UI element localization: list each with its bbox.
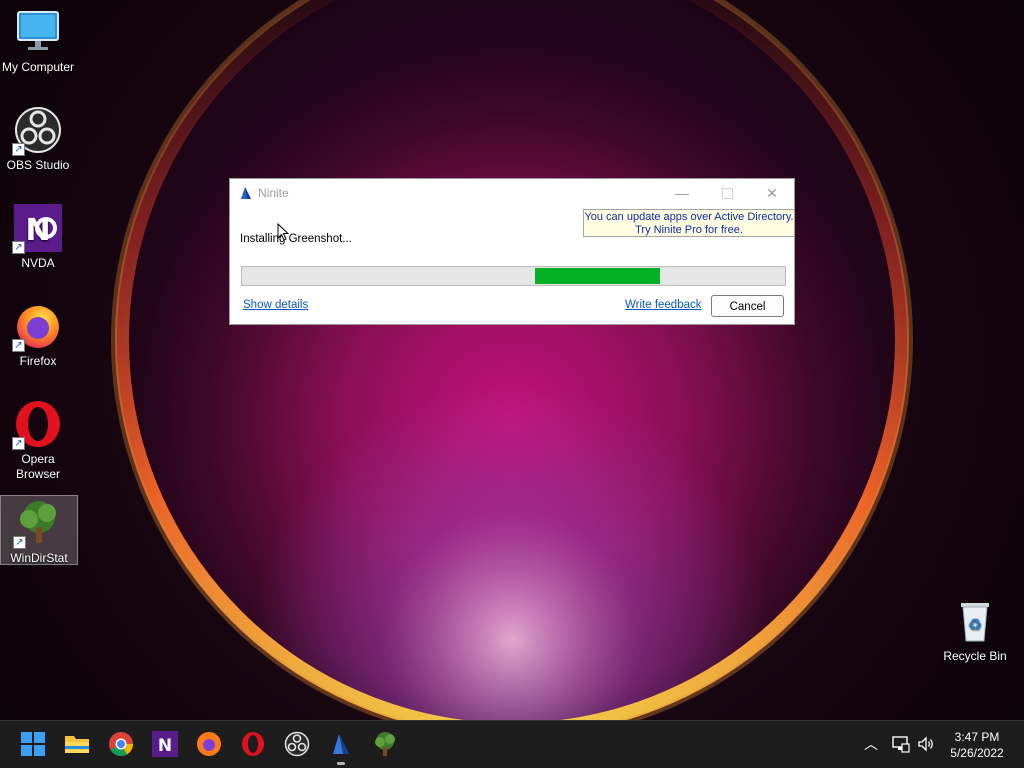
chrome-icon[interactable] bbox=[108, 731, 134, 757]
firefox-icon: ↗ bbox=[12, 302, 62, 352]
shortcut-arrow-icon: ↗ bbox=[13, 536, 26, 549]
taskbar: N ︿ 3:47 PM 5/26/2022 bbox=[0, 720, 1024, 768]
monitor-icon bbox=[14, 8, 62, 56]
mouse-cursor bbox=[277, 223, 289, 241]
desktop-icon-opera-browser[interactable]: ↗ Opera Browser bbox=[0, 400, 76, 482]
minimize-button[interactable]: — bbox=[659, 179, 705, 207]
nvda-icon[interactable]: N bbox=[152, 731, 178, 757]
desktop-icon-firefox[interactable]: ↗ Firefox bbox=[0, 302, 76, 369]
ninite-app-icon bbox=[238, 185, 254, 201]
shortcut-arrow-icon: ↗ bbox=[12, 339, 25, 352]
banner-line-2: Try Ninite Pro for free. bbox=[635, 224, 743, 236]
desktop-icon-label: Opera Browser bbox=[15, 452, 60, 481]
chevron-up-icon[interactable]: ︿ bbox=[864, 734, 878, 754]
window-title: Ninite bbox=[258, 186, 289, 200]
svg-text:N: N bbox=[158, 736, 172, 756]
desktop-icon-recycle-bin[interactable]: ♻ Recycle Bin bbox=[937, 597, 1013, 664]
desktop-icon-label: WinDirStat bbox=[10, 551, 68, 565]
close-icon: ✕ bbox=[766, 185, 778, 201]
ninite-pro-banner[interactable]: You can update apps over Active Director… bbox=[583, 209, 795, 237]
windirstat-icon: ↗ bbox=[13, 499, 63, 549]
desktop-icon-my-computer[interactable]: My Computer bbox=[0, 8, 76, 75]
shortcut-arrow-icon: ↗ bbox=[12, 143, 25, 156]
desktop-icon-label: My Computer bbox=[1, 60, 75, 74]
shortcut-arrow-icon: ↗ bbox=[12, 437, 25, 450]
progress-fill bbox=[535, 268, 661, 284]
desktop-icon-windirstat[interactable]: ↗ WinDirStat bbox=[0, 495, 78, 565]
obs-icon[interactable] bbox=[284, 731, 310, 757]
minimize-icon: — bbox=[675, 185, 689, 201]
shortcut-arrow-icon: ↗ bbox=[12, 241, 25, 254]
close-button[interactable]: ✕ bbox=[749, 179, 795, 207]
install-status: Installing Greenshot... bbox=[240, 233, 352, 245]
network-icon[interactable] bbox=[892, 735, 910, 757]
desktop-icon-label: Firefox bbox=[19, 354, 57, 368]
desktop-wallpaper bbox=[0, 0, 1024, 720]
opera-icon: ↗ bbox=[12, 400, 62, 450]
clock-date: 5/26/2022 bbox=[950, 746, 1004, 760]
nvda-icon: N ↗ bbox=[12, 204, 62, 254]
maximize-button[interactable] bbox=[704, 179, 750, 207]
desktop-icon-label: NVDA bbox=[21, 256, 55, 270]
opera-icon[interactable] bbox=[240, 731, 266, 757]
cancel-button[interactable]: Cancel bbox=[711, 295, 784, 317]
svg-text:♻: ♻ bbox=[968, 615, 982, 634]
maximize-icon bbox=[721, 188, 733, 199]
obs-icon: ↗ bbox=[12, 106, 62, 156]
clock-time: 3:47 PM bbox=[954, 730, 1000, 744]
start-icon[interactable] bbox=[20, 731, 46, 757]
file-explorer-icon[interactable] bbox=[64, 731, 90, 757]
firefox-icon[interactable] bbox=[196, 731, 222, 757]
desktop-icon-label: Recycle Bin bbox=[943, 649, 1007, 663]
recycle-bin-icon: ♻ bbox=[951, 597, 999, 645]
ninite-icon[interactable] bbox=[328, 731, 354, 757]
desktop-icon-nvda[interactable]: N ↗ NVDA bbox=[0, 204, 76, 271]
install-progress-bar bbox=[241, 266, 786, 286]
system-clock[interactable]: 3:47 PM 5/26/2022 bbox=[940, 729, 1014, 761]
banner-line-1: You can update apps over Active Director… bbox=[584, 211, 794, 223]
show-details-link[interactable]: Show details bbox=[243, 299, 308, 311]
desktop-icon-obs-studio[interactable]: ↗ OBS Studio bbox=[0, 106, 76, 173]
window-titlebar[interactable]: Ninite — ✕ bbox=[230, 179, 794, 207]
volume-icon[interactable] bbox=[917, 735, 935, 757]
windirstat-icon[interactable] bbox=[372, 731, 398, 757]
ninite-window: Ninite — ✕ You can update apps over Acti… bbox=[229, 178, 795, 325]
desktop-icon-label: OBS Studio bbox=[6, 158, 70, 172]
active-app-indicator bbox=[337, 762, 345, 765]
write-feedback-link[interactable]: Write feedback bbox=[625, 299, 702, 311]
